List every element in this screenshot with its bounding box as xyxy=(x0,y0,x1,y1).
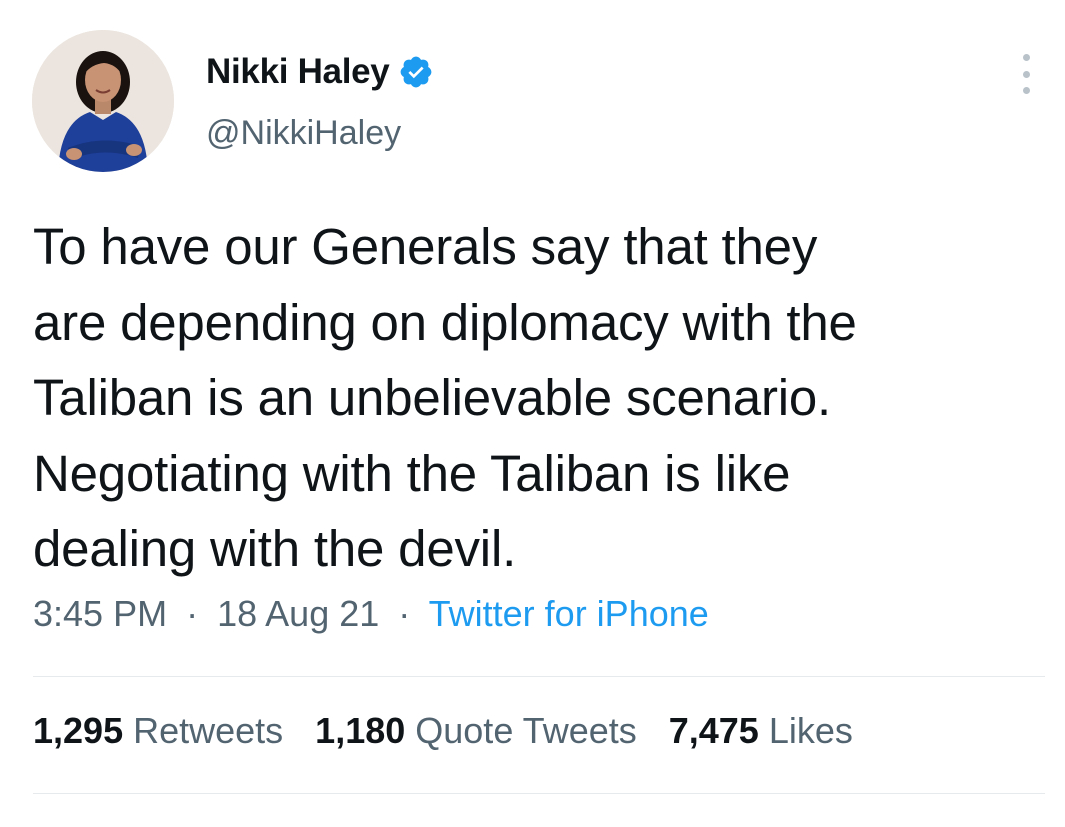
tweet-time[interactable]: 3:45 PM xyxy=(33,593,167,634)
display-name[interactable]: Nikki Haley xyxy=(206,52,390,92)
quote-tweets-label: Quote Tweets xyxy=(415,710,637,751)
tweet-text-line: dealing with the devil. xyxy=(33,520,517,577)
tweet-text-line: are depending on diplomacy with the xyxy=(33,293,857,351)
tweet-meta: 3:45 PM · 18 Aug 21 · Twitter for iPhone xyxy=(33,593,709,635)
likes-stat[interactable]: 7,475 Likes xyxy=(669,710,853,752)
likes-label: Likes xyxy=(768,710,853,751)
avatar[interactable] xyxy=(32,30,174,172)
tweet-text-line: Taliban is an unbelievable scenario. xyxy=(33,369,831,426)
quote-tweets-count: 1,180 xyxy=(315,710,406,751)
author-name-row: Nikki Haley xyxy=(206,46,434,98)
avatar-photo xyxy=(32,30,174,172)
more-dot xyxy=(1022,54,1030,61)
divider xyxy=(33,676,1045,677)
quote-tweets-stat[interactable]: 1,180 Quote Tweets xyxy=(315,710,637,752)
retweets-count: 1,295 xyxy=(33,710,124,751)
more-options-icon[interactable] xyxy=(1011,54,1041,94)
tweet-date[interactable]: 18 Aug 21 xyxy=(217,593,379,634)
tweet-card: Nikki Haley @NikkiHaley To have our Gene… xyxy=(0,0,1065,827)
divider xyxy=(33,793,1045,794)
author-handle[interactable]: @NikkiHaley xyxy=(206,114,401,153)
meta-separator: · xyxy=(398,593,411,634)
tweet-stats: 1,295 Retweets 1,180 Quote Tweets 7,475 Lik… xyxy=(33,710,885,752)
verified-badge-icon xyxy=(398,54,434,90)
more-dot xyxy=(1022,70,1030,78)
tweet-text-line: Negotiating with the Taliban is like xyxy=(33,444,791,502)
retweets-label: Retweets xyxy=(133,710,284,751)
likes-count: 7,475 xyxy=(668,710,759,751)
more-dot xyxy=(1022,87,1030,94)
retweets-stat[interactable]: 1,295 Retweets xyxy=(33,710,283,752)
meta-separator: · xyxy=(186,593,199,634)
tweet-source-link[interactable]: Twitter for iPhone xyxy=(429,593,709,634)
tweet-text-line: To have our Generals say that they xyxy=(33,218,818,275)
tweet-text: To have our Generals say that they are d… xyxy=(33,209,1043,587)
